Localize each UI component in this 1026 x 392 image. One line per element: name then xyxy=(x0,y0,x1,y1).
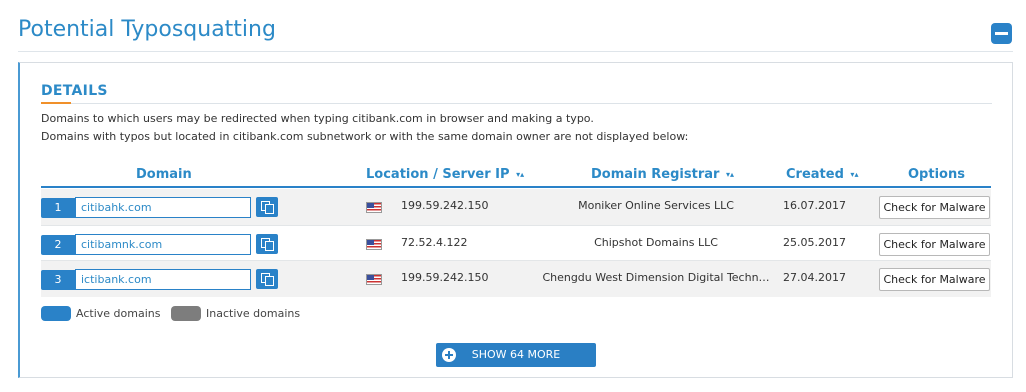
domain-link[interactable]: ictibank.com xyxy=(75,269,251,290)
show-more-button[interactable]: SHOW 64 MORE xyxy=(436,343,596,367)
header-created[interactable]: Created ▾▴ xyxy=(786,167,858,182)
collapse-button[interactable] xyxy=(991,23,1012,44)
domain-registrar: Chengdu West Dimension Digital Techn… xyxy=(542,271,770,284)
server-ip: 199.59.242.150 xyxy=(401,271,489,284)
us-flag-icon xyxy=(366,239,382,250)
active-legend-swatch xyxy=(41,306,71,321)
details-panel: DETAILS Domains to which users may be re… xyxy=(18,62,1013,378)
us-flag-icon xyxy=(366,202,382,213)
section-divider xyxy=(71,103,992,104)
sort-icon[interactable]: ▾▴ xyxy=(516,170,524,179)
created-date: 25.05.2017 xyxy=(783,236,846,249)
header-registrar[interactable]: Domain Registrar ▾▴ xyxy=(591,167,734,182)
domain-link[interactable]: citibahk.com xyxy=(75,197,251,218)
table-row: 2 citibamnk.com 72.52.4.122 Chipshot Dom… xyxy=(41,225,991,261)
server-ip: 72.52.4.122 xyxy=(401,236,468,249)
sort-icon[interactable]: ▾▴ xyxy=(726,170,734,179)
sort-icon[interactable]: ▾▴ xyxy=(850,170,858,179)
domain-registrar: Chipshot Domains LLC xyxy=(594,236,718,249)
row-number: 2 xyxy=(41,235,75,255)
description-line-2: Domains with typos but located in citiba… xyxy=(41,130,689,143)
copy-icon[interactable] xyxy=(256,269,278,289)
server-ip: 199.59.242.150 xyxy=(401,199,489,212)
copy-icon[interactable] xyxy=(256,197,278,217)
inactive-legend-label: Inactive domains xyxy=(206,307,301,320)
plus-circle-icon xyxy=(442,348,456,362)
header-divider xyxy=(41,186,991,188)
check-malware-button[interactable]: Check for Malware xyxy=(879,196,990,219)
show-more-label: SHOW 64 MORE xyxy=(471,348,561,361)
header-domain: Domain xyxy=(136,167,192,182)
us-flag-icon xyxy=(366,274,382,285)
header-location[interactable]: Location / Server IP ▾▴ xyxy=(366,167,524,182)
created-date: 16.07.2017 xyxy=(783,199,846,212)
row-number: 3 xyxy=(41,270,75,290)
created-date: 27.04.2017 xyxy=(783,271,846,284)
row-number: 1 xyxy=(41,198,75,218)
description-line-1: Domains to which users may be redirected… xyxy=(41,112,594,125)
table-row: 1 citibahk.com 199.59.242.150 Moniker On… xyxy=(41,189,991,225)
inactive-legend-swatch xyxy=(171,306,201,321)
check-malware-button[interactable]: Check for Malware xyxy=(879,233,990,256)
check-malware-button[interactable]: Check for Malware xyxy=(879,268,990,291)
section-title-underline xyxy=(41,102,71,104)
domain-registrar: Moniker Online Services LLC xyxy=(578,199,734,212)
active-legend-label: Active domains xyxy=(76,307,161,320)
title-divider xyxy=(18,51,1013,52)
domain-link[interactable]: citibamnk.com xyxy=(75,234,251,255)
table-row: 3 ictibank.com 199.59.242.150 Chengdu We… xyxy=(41,261,991,297)
header-options: Options xyxy=(908,167,965,182)
page-title: Potential Typosquatting xyxy=(18,17,276,42)
section-title: DETAILS xyxy=(41,83,108,99)
copy-icon[interactable] xyxy=(256,234,278,254)
